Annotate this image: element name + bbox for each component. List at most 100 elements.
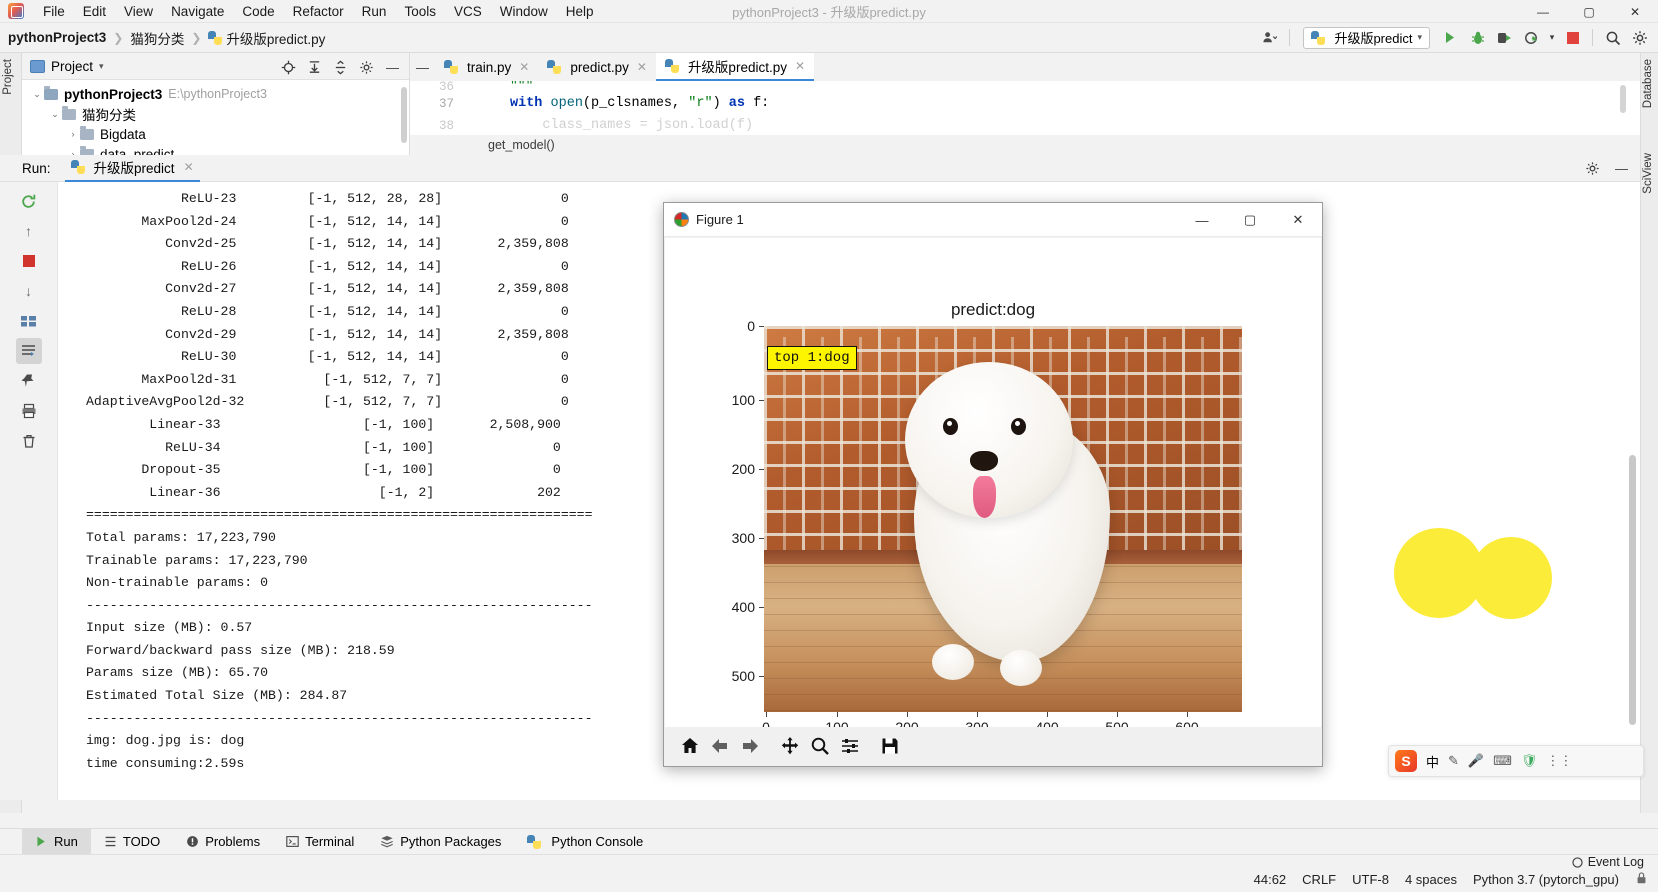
print-grid-icon[interactable] [16,308,42,334]
console-scrollbar[interactable] [1629,455,1636,725]
figure-maximize-button[interactable]: ▢ [1226,203,1274,237]
ime-keyboard-icon[interactable]: ⌨ [1493,753,1512,769]
caret-position[interactable]: 44:62 [1254,872,1287,887]
ime-pen-icon[interactable]: ✎ [1448,753,1459,769]
debug-button[interactable] [1465,26,1490,50]
breadcrumb-project[interactable]: pythonProject3 [8,30,106,45]
menu-edit[interactable]: Edit [74,2,115,21]
run-hide-icon[interactable]: — [1609,156,1634,180]
indent-setting[interactable]: 4 spaces [1405,872,1457,887]
profile-dropdown-icon[interactable]: ▾ [1546,26,1558,50]
project-settings-gear-icon[interactable] [354,55,379,79]
lock-icon[interactable] [1635,871,1648,888]
ime-microphone-icon[interactable]: 🎤 [1468,753,1484,769]
rail-item-project[interactable]: Project [2,59,14,95]
expand-all-icon[interactable] [302,55,327,79]
locate-file-icon[interactable] [276,55,301,79]
back-arrow-icon[interactable] [705,731,735,761]
print-icon[interactable] [16,398,42,424]
tree-row[interactable]: ⌄ pythonProject3 E:\pythonProject3 [22,84,409,104]
menu-tools[interactable]: Tools [395,2,445,21]
home-icon[interactable] [675,731,705,761]
project-scrollbar[interactable] [401,87,407,143]
sogou-ime-icon[interactable]: S [1395,750,1417,772]
menu-code[interactable]: Code [233,2,283,21]
code-editor[interactable]: 36 37 38 """ with open(p_clsnames, "r") … [410,81,1640,155]
tab-predict-py[interactable]: predict.py ✕ [538,53,656,81]
menu-window[interactable]: Window [491,2,557,21]
event-log-button[interactable]: Event Log [1571,855,1644,869]
window-maximize-button[interactable]: ▢ [1566,0,1612,23]
breadcrumb-folder[interactable]: 猫狗分类 [130,28,184,48]
figure-canvas[interactable]: predict:dog 0 100 200 300 400 500 top 1:… [665,238,1321,735]
menu-refactor[interactable]: Refactor [284,2,353,21]
menu-run[interactable]: Run [353,2,396,21]
run-with-coverage-button[interactable] [1492,26,1517,50]
close-icon[interactable]: ✕ [795,59,805,73]
menu-view[interactable]: View [115,2,162,21]
line-separator[interactable]: CRLF [1302,872,1336,887]
menu-navigate[interactable]: Navigate [162,2,233,21]
scroll-up-icon[interactable]: ↑ [16,218,42,244]
toolwindow-todo[interactable]: TODO [91,829,173,855]
menu-help[interactable]: Help [557,2,603,21]
code-breadcrumb[interactable]: get_model() [410,135,1640,155]
menu-vcs[interactable]: VCS [445,2,491,21]
close-icon[interactable]: ✕ [519,60,529,74]
save-icon[interactable] [875,731,905,761]
forward-arrow-icon[interactable] [735,731,765,761]
tab-upgraded-predict-py[interactable]: 升级版predict.py ✕ [655,53,815,81]
zoom-icon[interactable] [805,731,835,761]
editor-hide-icon[interactable]: — [410,53,435,81]
chevron-right-icon[interactable]: › [66,129,80,139]
user-icon[interactable] [1257,26,1282,50]
ime-more-icon[interactable]: ⋮⋮ [1546,753,1572,769]
hide-panel-icon[interactable]: — [380,55,405,79]
tree-row[interactable]: ⌄ 猫狗分类 [22,104,409,124]
ime-mode-label[interactable]: 中 [1426,752,1439,771]
close-icon[interactable]: ✕ [637,60,647,74]
chevron-down-icon[interactable]: ⌄ [30,89,44,100]
run-button[interactable] [1438,26,1463,50]
menu-file[interactable]: File [34,2,74,21]
editor-scrollbar[interactable] [1620,85,1626,113]
run-configuration-selector[interactable]: 升级版predict ▾ [1303,26,1430,49]
run-settings-gear-icon[interactable] [1580,156,1605,180]
project-chevron-down-icon[interactable]: ▾ [99,61,104,72]
toolwindow-run[interactable]: Run [22,828,91,855]
window-minimize-button[interactable]: — [1520,0,1566,23]
pin-icon[interactable] [16,368,42,394]
tree-row[interactable]: › Bigdata [22,124,409,144]
run-tab[interactable]: 升级版predict ✕ [64,155,200,182]
toolwindow-problems[interactable]: Problems [173,829,273,855]
rerun-icon[interactable] [16,188,42,214]
collapse-all-icon[interactable] [328,55,353,79]
close-icon[interactable]: ✕ [184,160,194,174]
toolwindow-python-packages[interactable]: Python Packages [367,829,514,855]
settings-gear-icon[interactable] [1627,26,1652,50]
figure-minimize-button[interactable]: — [1178,203,1226,237]
rail-item-database[interactable]: Database [1642,59,1654,108]
figure-close-button[interactable]: ✕ [1274,203,1322,237]
window-close-button[interactable]: ✕ [1612,0,1658,23]
tab-train-py[interactable]: train.py ✕ [435,53,539,81]
stop-button[interactable] [1560,26,1585,50]
chevron-down-icon[interactable]: ⌄ [48,109,62,120]
rail-item-sciview[interactable]: SciView [1642,153,1654,194]
search-icon[interactable] [1600,26,1625,50]
python-interpreter[interactable]: Python 3.7 (pytorch_gpu) [1473,872,1619,887]
profile-button[interactable] [1519,26,1544,50]
soft-wrap-icon[interactable] [15,338,42,364]
breadcrumb-file[interactable]: 升级版predict.py [226,28,325,48]
toolwindow-terminal[interactable]: Terminal [273,829,367,855]
toolwindow-python-console[interactable]: Python Console [514,829,656,855]
stop-process-icon[interactable] [16,248,42,274]
pan-icon[interactable] [775,731,805,761]
matplotlib-figure-window[interactable]: Figure 1 — ▢ ✕ predict:dog 0 100 200 300… [663,202,1323,767]
ime-shield-icon[interactable]: 🛡 [1521,753,1538,769]
delete-icon[interactable] [16,428,42,454]
scroll-down-icon[interactable]: ↓ [16,278,42,304]
configure-subplots-icon[interactable] [835,731,865,761]
file-encoding[interactable]: UTF-8 [1352,872,1389,887]
ime-toolbar[interactable]: S 中 ✎ 🎤 ⌨ 🛡 ⋮⋮ [1388,745,1644,777]
